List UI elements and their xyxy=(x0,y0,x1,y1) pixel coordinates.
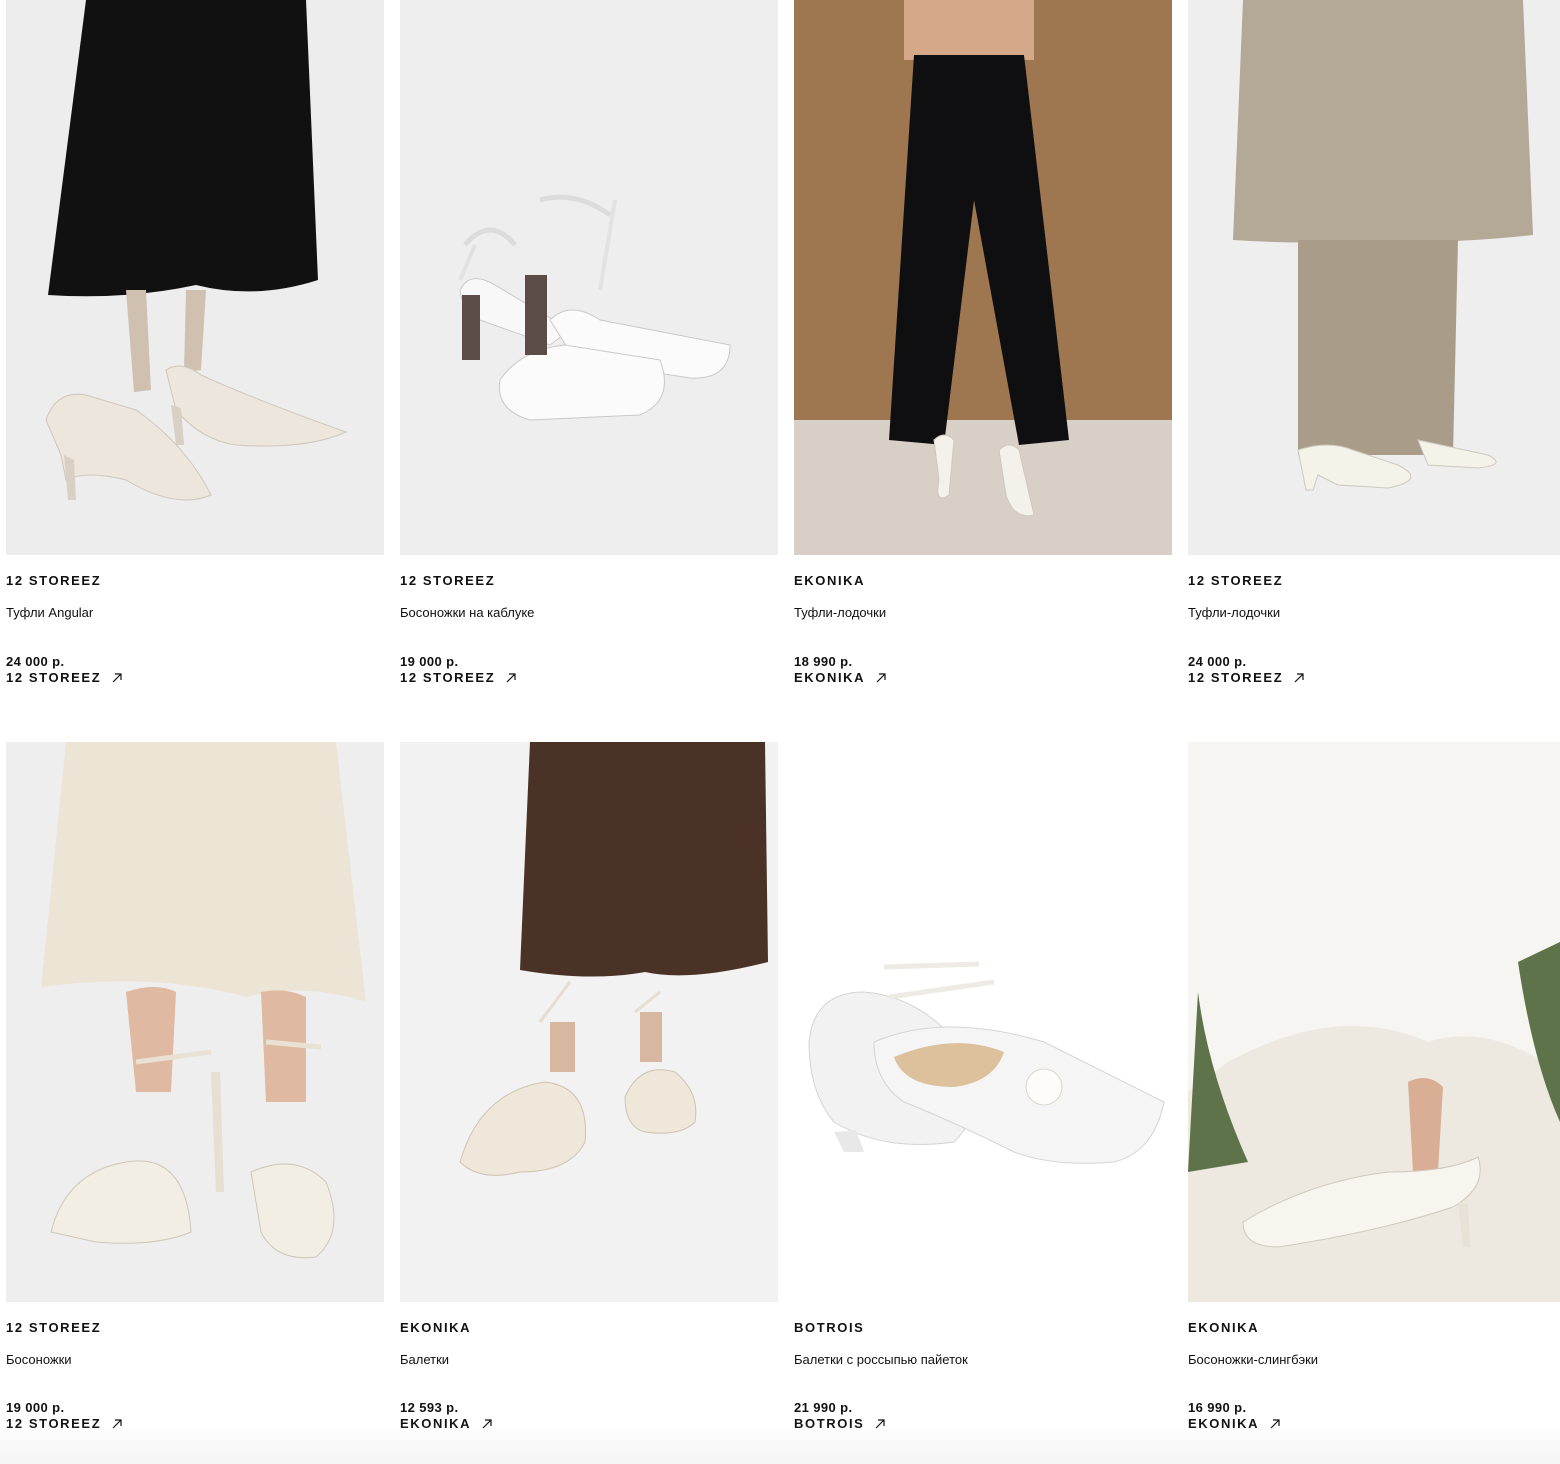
product-brand: EKONIKA xyxy=(400,1320,472,1335)
strappy-sandals-photo[interactable] xyxy=(400,0,778,555)
product-price: 24 000 р. xyxy=(6,654,65,669)
shop-link-label: 12 STOREEZ xyxy=(6,1416,102,1431)
bottom-fade xyxy=(0,1424,1560,1464)
shop-link[interactable]: BOTROIS xyxy=(794,1416,886,1431)
shop-link[interactable]: 12 STOREEZ xyxy=(6,1416,123,1431)
arrow-up-right-icon xyxy=(111,1418,123,1430)
shop-link[interactable]: 12 STOREEZ xyxy=(6,670,123,685)
product-brand: 12 STOREEZ xyxy=(400,573,496,588)
product-name[interactable]: Туфли-лодочки xyxy=(1188,605,1280,620)
arrow-up-right-icon xyxy=(481,1418,493,1430)
product-brand: 12 STOREEZ xyxy=(6,573,102,588)
shop-link-label: 12 STOREEZ xyxy=(1188,670,1284,685)
shop-link[interactable]: 12 STOREEZ xyxy=(1188,670,1305,685)
shop-link-label: 12 STOREEZ xyxy=(400,670,496,685)
product-brand: BOTROIS xyxy=(794,1320,865,1335)
product-name[interactable]: Босоножки на каблуке xyxy=(400,605,534,620)
product-price: 16 990 р. xyxy=(1188,1400,1247,1415)
shop-link[interactable]: EKONIKA xyxy=(1188,1416,1281,1431)
product-price: 12 593 р. xyxy=(400,1400,459,1415)
sequin-ballet-flats-photo[interactable] xyxy=(794,742,1172,1302)
product-grid: 12 STOREEZ Туфли Angular 24 000 р. 12 ST… xyxy=(0,0,1560,1464)
product-price: 18 990 р. xyxy=(794,654,853,669)
shop-link-label: EKONIKA xyxy=(794,670,866,685)
pumps-on-model-photo[interactable] xyxy=(6,0,384,555)
product-name[interactable]: Туфли Angular xyxy=(6,605,93,620)
pumps-with-trousers-photo[interactable] xyxy=(794,0,1172,555)
product-brand: 12 STOREEZ xyxy=(1188,573,1284,588)
product-name[interactable]: Балетки xyxy=(400,1352,449,1367)
product-brand: 12 STOREEZ xyxy=(6,1320,102,1335)
arrow-up-right-icon xyxy=(111,672,123,684)
knot-sandals-photo[interactable] xyxy=(6,742,384,1302)
product-price: 24 000 р. xyxy=(1188,654,1247,669)
shop-link-label: EKONIKA xyxy=(400,1416,472,1431)
shop-link[interactable]: EKONIKA xyxy=(400,1416,493,1431)
shop-link[interactable]: EKONIKA xyxy=(794,670,887,685)
product-name[interactable]: Босоножки xyxy=(6,1352,72,1367)
product-name[interactable]: Туфли-лодочки xyxy=(794,605,886,620)
arrow-up-right-icon xyxy=(1269,1418,1281,1430)
slingback-sandals-photo[interactable] xyxy=(1188,742,1560,1302)
product-price: 19 000 р. xyxy=(400,654,459,669)
product-name[interactable]: Босоножки-слингбэки xyxy=(1188,1352,1318,1367)
arrow-up-right-icon xyxy=(875,672,887,684)
arrow-up-right-icon xyxy=(505,672,517,684)
shop-link-label: 12 STOREEZ xyxy=(6,670,102,685)
pumps-with-coat-photo[interactable] xyxy=(1188,0,1560,555)
arrow-up-right-icon xyxy=(1293,672,1305,684)
shop-link-label: BOTROIS xyxy=(794,1416,865,1431)
arrow-up-right-icon xyxy=(874,1418,886,1430)
product-price: 21 990 р. xyxy=(794,1400,853,1415)
product-name[interactable]: Балетки с россыпью пайеток xyxy=(794,1352,968,1367)
shop-link[interactable]: 12 STOREEZ xyxy=(400,670,517,685)
product-brand: EKONIKA xyxy=(1188,1320,1260,1335)
lace-up-ballet-flats-photo[interactable] xyxy=(400,742,778,1302)
product-brand: EKONIKA xyxy=(794,573,866,588)
shop-link-label: EKONIKA xyxy=(1188,1416,1260,1431)
product-price: 19 000 р. xyxy=(6,1400,65,1415)
